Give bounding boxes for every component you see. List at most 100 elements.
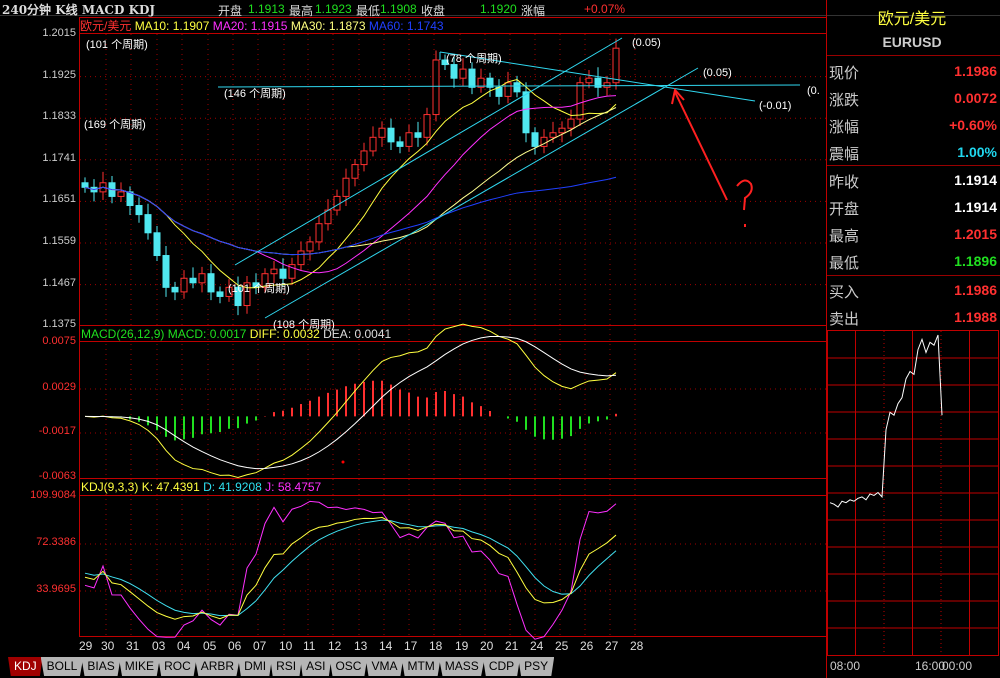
j-value: J: 58.4757 [265, 480, 322, 494]
candle-body [612, 47, 620, 84]
ma-legend: 欧元/美元 MA10: 1.1907 MA20: 1.1915 MA30: 1.… [80, 17, 444, 34]
y-axis-label: 33.9695 [36, 583, 76, 595]
tab-bias[interactable]: BIAS [81, 657, 121, 676]
candle-body [576, 82, 584, 120]
candle-body [153, 232, 161, 257]
j-line [84, 500, 617, 640]
tab-kdj[interactable]: KDJ [8, 657, 43, 676]
k-value: K: 47.4391 [141, 480, 200, 494]
tab-vma[interactable]: VMA [365, 657, 404, 676]
macd-legend: MACD(26,12,9) MACD: 0.0017 DIFF: 0.0032 … [81, 327, 391, 341]
candle-body [459, 68, 467, 79]
quote-row-label: 买入 [829, 284, 860, 301]
candle-body [549, 132, 557, 138]
kdj-pane [84, 500, 617, 640]
date-label: 27 [605, 639, 619, 653]
quote-row-value: 1.1896 [954, 253, 997, 269]
candle-body [414, 132, 422, 138]
kdj-title: KDJ(9,3,3) [81, 480, 139, 494]
candle-body [171, 286, 179, 293]
candle-body [216, 291, 224, 297]
y-axis-label: 1.1467 [42, 276, 76, 289]
y-axis-label: 1.1833 [42, 110, 76, 123]
dea-value: DEA: 0.0041 [323, 327, 392, 341]
quote-row: 卖出 1.1988 [829, 304, 997, 331]
y-axis-label: 1.1559 [42, 235, 76, 247]
quote-row-label: 卖出 [829, 311, 860, 328]
tab-asi[interactable]: ASI [300, 657, 332, 676]
macd-title: MACD(26,12,9) [81, 327, 165, 341]
quote-row-label: 开盘 [829, 201, 860, 218]
d-line [84, 519, 617, 617]
tab-osc[interactable]: OSC [329, 657, 368, 676]
candle-body [189, 277, 197, 284]
date-label: 31 [126, 639, 140, 653]
date-label: 13 [354, 639, 368, 653]
kdj-legend: KDJ(9,3,3) K: 47.4391 D: 41.9208 J: 58.4… [81, 480, 321, 494]
ma20-label: MA20: 1.1915 [212, 19, 288, 33]
date-label: 21 [505, 639, 519, 653]
annotation: (-0.01) [759, 100, 792, 112]
date-label: 18 [429, 639, 443, 653]
candle-body [270, 268, 278, 275]
time-label: 08:00 [830, 659, 861, 673]
quote-row-value: 1.1986 [954, 282, 997, 298]
candle-body [360, 150, 368, 166]
tab-dmi[interactable]: DMI [238, 657, 273, 676]
date-label: 10 [279, 639, 293, 653]
tab-mike[interactable]: MIKE [118, 657, 161, 676]
quote-row: 涨跌 0.0072 [829, 85, 997, 112]
candle-body [405, 132, 413, 147]
quote-row: 最高 1.2015 [829, 221, 997, 248]
quote-row: 昨收 1.1914 [829, 167, 997, 194]
date-label: 20 [480, 639, 494, 653]
quote-row: 现价 1.1986 [829, 58, 997, 85]
date-label: 29 [79, 639, 93, 653]
candle-body [513, 82, 521, 93]
tab-mtm[interactable]: MTM [401, 657, 441, 676]
annotation: (169 个周期) [84, 119, 146, 131]
candle-body [81, 182, 89, 188]
candle-body [126, 191, 134, 207]
channel-upper-line [234, 37, 623, 266]
intraday-price-line [829, 334, 943, 508]
quote-row-value: 0.0072 [954, 90, 997, 106]
tab-boll[interactable]: BOLL [40, 657, 84, 676]
quote-row-value: +0.60% [949, 117, 997, 133]
instrument-code: EURUSD [882, 34, 942, 50]
y-axis-label: 1.1925 [42, 68, 76, 81]
macd-value: MACD: 0.0017 [167, 327, 247, 341]
quote-row-label: 昨收 [829, 174, 860, 191]
quote-row: 震幅 1.00% [829, 139, 997, 166]
annotation: (0.05) [632, 37, 661, 49]
tab-mass[interactable]: MASS [438, 657, 485, 676]
tab-psy[interactable]: PSY [518, 657, 555, 676]
annotation: (78 个周期) [446, 53, 502, 65]
tab-cdp[interactable]: CDP [482, 657, 521, 676]
time-label: 16:00 [915, 659, 946, 673]
candle-body [558, 127, 566, 134]
date-label: 24 [530, 639, 544, 653]
y-axis-label: 1.1375 [42, 318, 76, 330]
candle-body [180, 277, 188, 293]
symbol-label: 欧元/美元 [80, 19, 132, 33]
quote-row-value: 1.1986 [954, 63, 997, 79]
date-label: 14 [379, 639, 393, 653]
quote-row-value: 1.1914 [954, 172, 997, 188]
quote-row-label: 涨幅 [829, 119, 860, 136]
candle-body [162, 255, 170, 288]
tab-roc[interactable]: ROC [158, 657, 197, 676]
y-axis-label: 1.2015 [42, 27, 76, 39]
date-label: 30 [101, 639, 115, 653]
candle-body [531, 132, 539, 147]
date-label: 06 [228, 639, 242, 653]
quote-row-label: 最低 [829, 255, 860, 272]
tab-rsi[interactable]: RSI [270, 657, 303, 676]
question-mark-icon [736, 179, 753, 227]
quote-row: 开盘 1.1914 [829, 194, 997, 221]
ma30-label: MA30: 1.1873 [290, 19, 366, 33]
channel-lower-line [264, 67, 699, 319]
date-label: 26 [580, 639, 594, 653]
tab-arbr[interactable]: ARBR [194, 657, 241, 676]
candle-body [306, 241, 314, 252]
